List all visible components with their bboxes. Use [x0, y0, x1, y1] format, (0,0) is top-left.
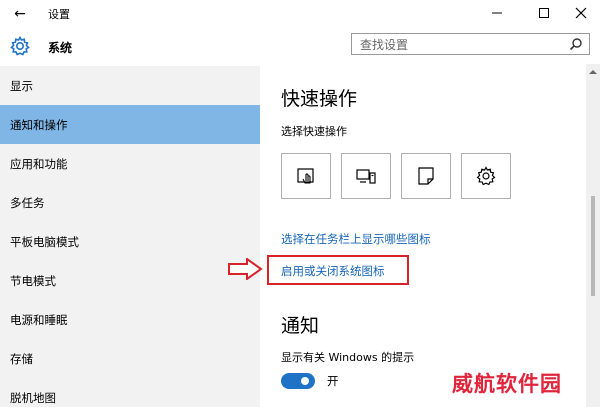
notifications-subtitle: 显示有关 Windows 的提示	[281, 351, 415, 364]
sidebar-item-notifications[interactable]: 通知和操作	[0, 105, 260, 144]
note-icon	[418, 167, 434, 185]
quick-action-tile-project[interactable]	[341, 153, 391, 199]
sidebar-item-storage[interactable]: 存储	[0, 339, 260, 378]
quick-action-tile-settings[interactable]	[461, 153, 511, 199]
toggle-knob	[301, 377, 309, 385]
quick-actions-heading: 快速操作	[281, 88, 358, 110]
scrollbar[interactable]	[586, 64, 600, 407]
windows-tips-toggle[interactable]	[281, 373, 315, 389]
title-bar: ← 设置	[0, 0, 600, 28]
window-title: 设置	[48, 8, 70, 21]
main-content: 快速操作 选择快速操作 选择在任务栏上显示哪些图标 启用或关闭系统图标 通知 显…	[261, 66, 586, 407]
sidebar-item-battery-saver[interactable]: 节电模式	[0, 261, 260, 300]
back-arrow-icon[interactable]: ←	[10, 5, 30, 23]
tablet-mode-icon	[297, 168, 314, 184]
gear-icon	[9, 35, 31, 57]
link-taskbar-icons[interactable]: 选择在任务栏上显示哪些图标	[281, 231, 431, 247]
search-icon[interactable]	[569, 37, 583, 51]
search-box[interactable]	[351, 33, 590, 55]
sidebar: 显示 通知和操作 应用和功能 多任务 平板电脑模式 节电模式 电源和睡眠 存储 …	[0, 66, 260, 407]
maximize-icon	[539, 8, 549, 18]
project-icon	[356, 169, 376, 184]
sidebar-item-display[interactable]: 显示	[0, 66, 260, 105]
minimize-icon	[492, 12, 502, 14]
quick-action-tile-tablet-mode[interactable]	[281, 153, 331, 199]
app-header: 系统	[0, 28, 600, 64]
close-button[interactable]	[564, 0, 598, 26]
maximize-button[interactable]	[527, 0, 561, 26]
sidebar-item-tablet-mode[interactable]: 平板电脑模式	[0, 222, 260, 261]
close-icon	[575, 7, 587, 19]
page-title: 系统	[48, 41, 73, 55]
quick-actions-subtitle: 选择快速操作	[281, 125, 347, 138]
toggle-state-label: 开	[327, 374, 339, 388]
settings-gear-icon	[476, 166, 496, 186]
scrollbar-thumb[interactable]	[591, 196, 595, 296]
red-arrow-annotation	[228, 258, 263, 280]
minimize-button[interactable]	[480, 0, 514, 26]
sidebar-item-apps[interactable]: 应用和功能	[0, 144, 260, 183]
search-input[interactable]	[358, 35, 562, 55]
sidebar-item-multitasking[interactable]: 多任务	[0, 183, 260, 222]
watermark: 威航软件园	[452, 372, 562, 396]
sidebar-item-power-sleep[interactable]: 电源和睡眠	[0, 300, 260, 339]
quick-action-tile-note[interactable]	[401, 153, 451, 199]
sidebar-item-offline-maps[interactable]: 脱机地图	[0, 378, 260, 417]
notifications-heading: 通知	[281, 315, 320, 337]
red-highlight-box	[267, 255, 409, 285]
scroll-up-arrow-icon[interactable]	[589, 68, 597, 76]
